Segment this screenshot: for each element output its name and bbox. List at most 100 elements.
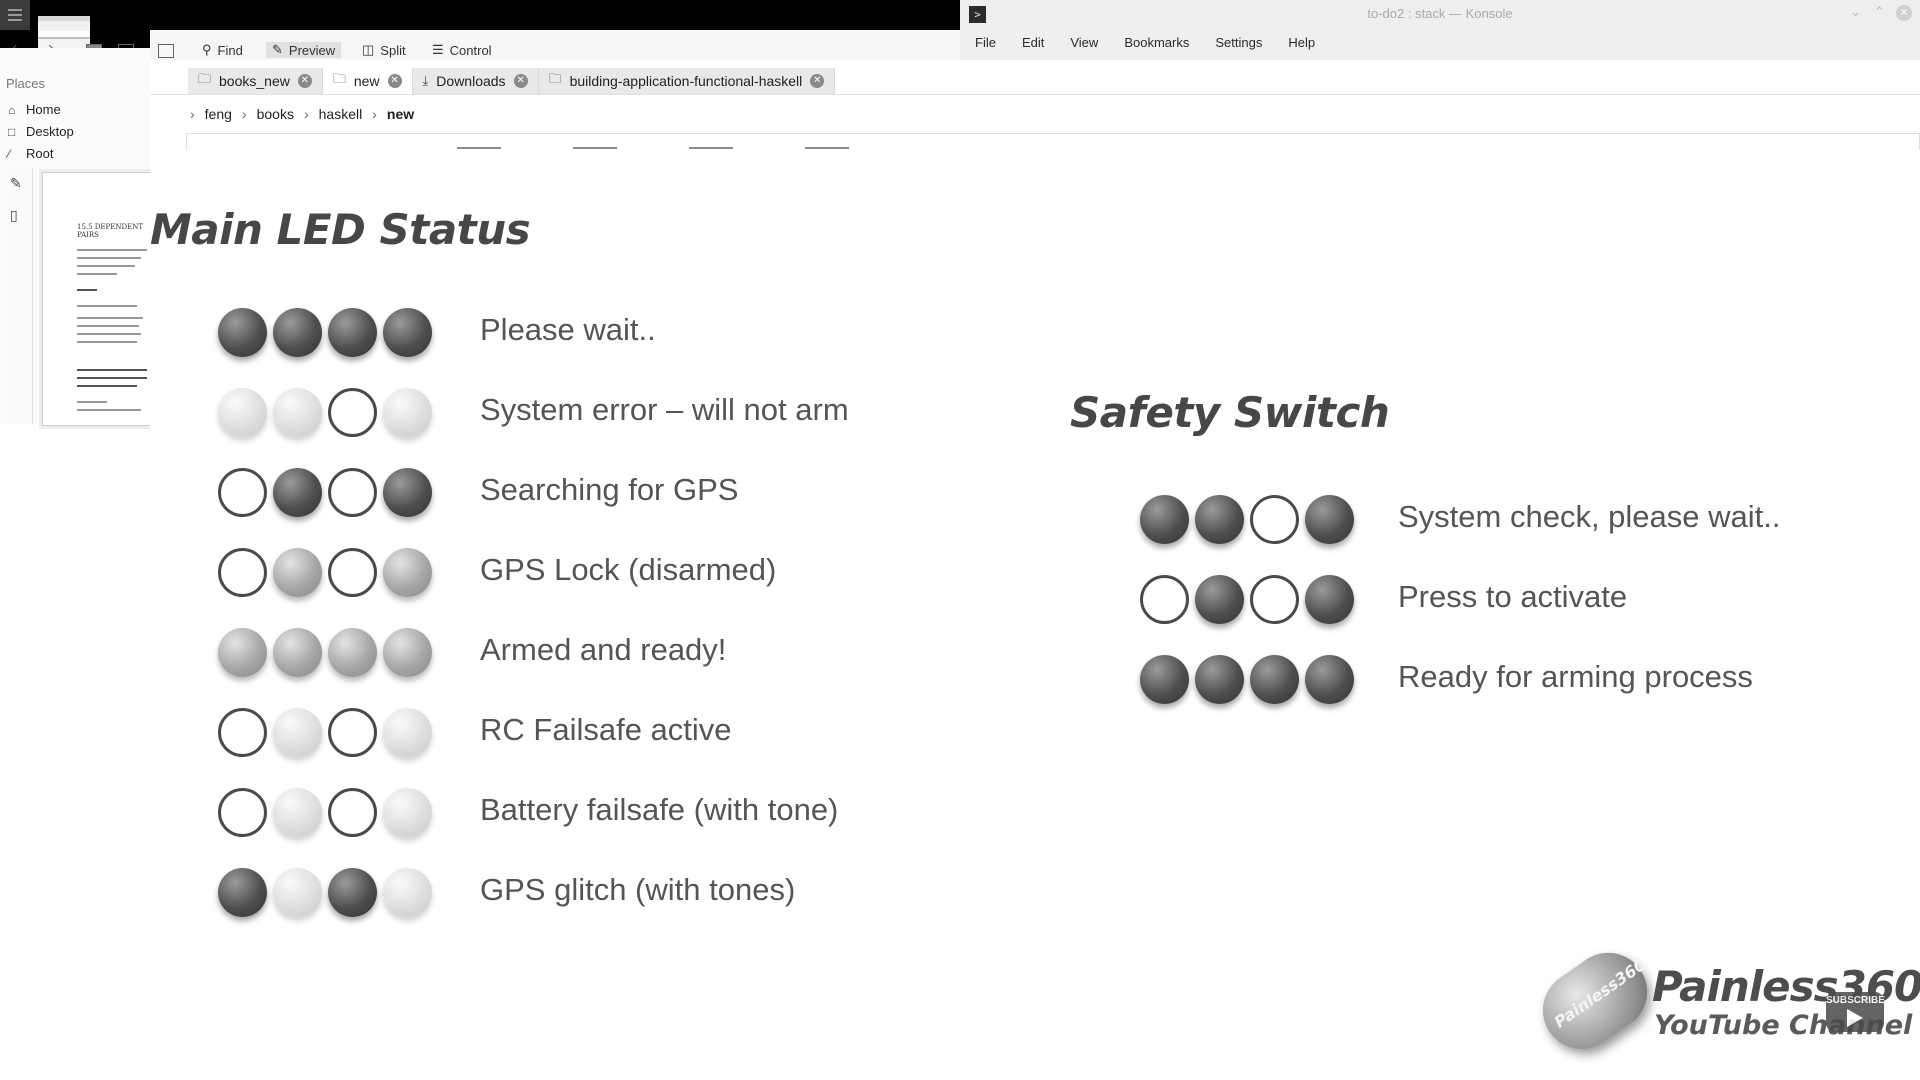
minimize-icon[interactable]: ⌄: [1850, 5, 1861, 20]
konsole-window: > to-do2 : stack — Konsole ⌄ ⌃ ✕ File Ed…: [960, 0, 1920, 60]
led-dark-icon: [1195, 575, 1244, 624]
safety-switch-title: Safety Switch: [1070, 388, 1390, 437]
download-icon: ⤓: [422, 73, 429, 88]
tab-bar: 🗀 books_new ✕ 🗀 new ✕ ⤓ Downloads ✕ 🗀 building-…: [188, 68, 836, 94]
led-dark-icon: [383, 308, 432, 357]
led-light-icon: [273, 788, 322, 837]
tab-downloads[interactable]: ⤓ Downloads ✕: [412, 68, 539, 94]
menu-bookmarks[interactable]: Bookmarks: [1124, 35, 1189, 50]
close-tab-icon[interactable]: ✕: [387, 74, 402, 88]
painless360-badge: Painless360: [1527, 937, 1663, 1065]
root-icon: ⁄: [8, 146, 11, 161]
folder-icon: 🗀: [548, 71, 562, 86]
tab-new[interactable]: 🗀 new ✕: [322, 68, 413, 94]
youtube-subscribe-button[interactable]: SUBSCRIBE: [1826, 992, 1885, 1032]
led-light-icon: [273, 708, 322, 757]
led-dark-icon: [328, 308, 377, 357]
led-mid-icon: [273, 628, 322, 677]
main-led-row-label: Please wait..: [480, 312, 656, 347]
close-tab-icon[interactable]: ✕: [810, 74, 825, 88]
menu-settings[interactable]: Settings: [1215, 35, 1262, 50]
split-icon: ◫: [362, 42, 375, 57]
breadcrumb-feng[interactable]: feng: [205, 106, 232, 122]
preview-doc-header: 15.5 DEPENDENT PAIRS: [77, 223, 143, 239]
place-root[interactable]: ⁄ Root: [8, 146, 53, 161]
details-view-icon[interactable]: [158, 44, 174, 58]
chevron-right-icon: ›: [303, 106, 309, 122]
led-off-icon: [328, 788, 377, 837]
desktop-icon: □: [8, 124, 16, 139]
home-icon: ⌂: [8, 102, 16, 117]
led-dark-icon: [328, 868, 377, 917]
main-led-row-label: GPS glitch (with tones): [480, 872, 796, 907]
painless360-logo: Painless360 Painless360 YouTube Channel …: [1527, 937, 1920, 1080]
led-off-icon: [218, 708, 267, 757]
maximize-icon[interactable]: ⌃: [1874, 5, 1885, 20]
led-mid-icon: [383, 548, 432, 597]
menu-file[interactable]: File: [975, 35, 996, 50]
led-light-icon: [383, 708, 432, 757]
document-preview: 15.5 DEPENDENT PAIRS: [42, 172, 156, 426]
place-home[interactable]: ⌂ Home: [8, 102, 61, 117]
led-mid-icon: [328, 628, 377, 677]
folder-icon: 🗀: [198, 71, 212, 86]
chevron-right-icon: ›: [372, 106, 377, 122]
led-light-icon: [383, 868, 432, 917]
menu-help[interactable]: Help: [1288, 35, 1315, 50]
breadcrumb-new[interactable]: new: [387, 106, 414, 122]
main-led-row-label: System error – will not arm: [480, 392, 849, 427]
menu-edit[interactable]: Edit: [1022, 35, 1044, 50]
led-off-icon: [1140, 575, 1189, 624]
main-led-row-label: GPS Lock (disarmed): [480, 552, 777, 587]
led-status-slide: Main LED Status Please wait.. System erro…: [150, 150, 1920, 1080]
led-off-icon: [328, 548, 377, 597]
led-off-icon: [218, 468, 267, 517]
bookmark-icon[interactable]: ▯: [10, 208, 18, 224]
hamburger-icon: ☰: [432, 42, 444, 57]
dolphin-folder-icon[interactable]: [38, 16, 90, 49]
led-off-icon: [1250, 495, 1299, 544]
led-light-icon: [273, 388, 322, 437]
find-button[interactable]: ⚲ Find: [202, 42, 243, 58]
tab-building-application[interactable]: 🗀 building-application-functional-haskell…: [538, 68, 836, 94]
preview-button[interactable]: ✎ Preview: [266, 42, 342, 58]
led-off-icon: [328, 708, 377, 757]
led-off-icon: [1250, 575, 1299, 624]
safety-switch-row-label: Press to activate: [1398, 579, 1628, 614]
safety-switch-row-label: Ready for arming process: [1398, 659, 1753, 694]
led-dark-icon: [1305, 655, 1354, 704]
led-dark-icon: [1195, 495, 1244, 544]
led-dark-icon: [383, 468, 432, 517]
split-button[interactable]: ◫ Split: [362, 42, 406, 58]
led-dark-icon: [218, 868, 267, 917]
breadcrumb-books[interactable]: books: [257, 106, 294, 122]
place-desktop[interactable]: □ Desktop: [8, 124, 74, 139]
chevron-right-icon: ›: [190, 106, 195, 122]
close-icon[interactable]: ✕: [1896, 5, 1912, 21]
led-dark-icon: [1140, 655, 1189, 704]
control-button[interactable]: ☰ Control: [432, 42, 492, 58]
led-dark-icon: [1250, 655, 1299, 704]
preview-tool-strip: ✎ ▯: [2, 168, 33, 424]
led-mid-icon: [273, 548, 322, 597]
led-dark-icon: [1195, 655, 1244, 704]
tab-divider: [150, 94, 1920, 95]
close-tab-icon[interactable]: ✕: [297, 74, 312, 88]
folder-icon: 🗀: [332, 71, 346, 86]
tab-books-new[interactable]: 🗀 books_new ✕: [188, 68, 323, 94]
app-menu-icon[interactable]: [0, 0, 30, 30]
breadcrumb: › feng › books › haskell › new: [190, 106, 414, 122]
close-tab-icon[interactable]: ✕: [513, 74, 528, 88]
main-led-status-title: Main LED Status: [150, 205, 531, 254]
breadcrumb-haskell[interactable]: haskell: [319, 106, 363, 122]
annotate-icon[interactable]: ✎: [10, 176, 22, 192]
led-dark-icon: [1305, 495, 1354, 544]
konsole-title: to-do2 : stack — Konsole: [1367, 6, 1513, 21]
search-icon: ⚲: [202, 42, 212, 57]
menu-view[interactable]: View: [1070, 35, 1098, 50]
places-panel: Places ⌂ Home □ Desktop ⁄ Root ✎ ▯ 15.5 DEP…: [0, 48, 156, 426]
main-led-row-label: Armed and ready!: [480, 632, 727, 667]
dolphin-toolbar: ⚲ Find ✎ Preview ◫ Split ☰ Control: [150, 30, 960, 60]
led-light-icon: [383, 788, 432, 837]
main-led-row-label: Battery failsafe (with tone): [480, 792, 839, 827]
